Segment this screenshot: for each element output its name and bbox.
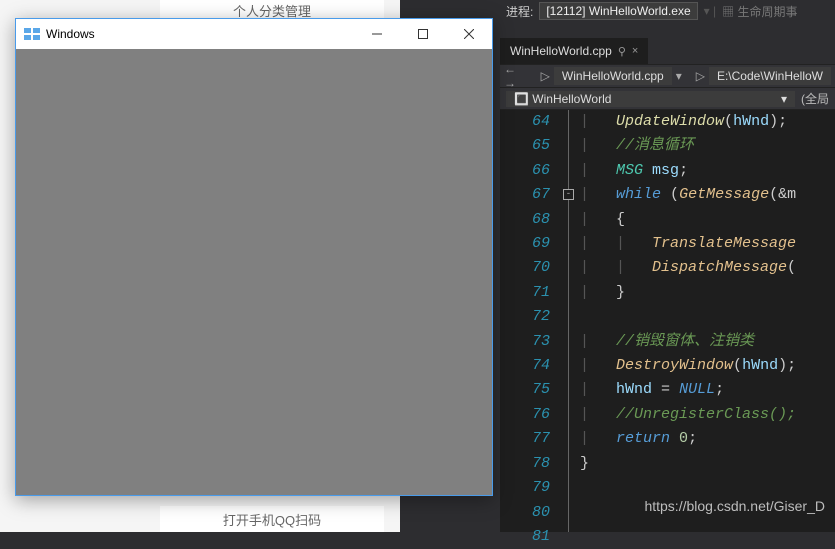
dropdown-icon[interactable]: ▾ (676, 69, 682, 83)
tab-filename: WinHelloWorld.cpp (510, 44, 612, 58)
code-content[interactable]: | UpdateWindow(hWnd);| //消息循环| MSG msg;|… (576, 110, 835, 532)
bg-qq-box: 打开手机QQ扫码 (160, 506, 384, 532)
maximize-button[interactable] (400, 19, 446, 49)
play-icon[interactable]: ▷ (696, 69, 705, 83)
process-selector[interactable]: [12112] WinHelloWorld.exe (539, 2, 697, 20)
watermark-url: https://blog.csdn.net/Giser_D (644, 498, 825, 514)
debug-toolbar: 进程: [12112] WinHelloWorld.exe ▾ | ▦ 生命周期… (500, 0, 835, 22)
pin-icon[interactable]: ⚲ (618, 45, 626, 58)
minimize-button[interactable] (354, 19, 400, 49)
close-button[interactable] (446, 19, 492, 49)
breadcrumb-file[interactable]: WinHelloWorld.cpp (554, 67, 672, 85)
scope-bar: 🔳 WinHelloWorld ▾ (全局 (500, 88, 835, 110)
fold-toggle-icon[interactable]: - (563, 189, 574, 200)
line-number-gutter: 646566676869707172737475767778798081 (500, 110, 562, 532)
breadcrumb-bar: ← → ▷ WinHelloWorld.cpp ▾ ▷ E:\Code\WinH… (500, 64, 835, 88)
close-icon[interactable]: × (632, 45, 638, 57)
app-window: Windows (15, 18, 493, 496)
window-client-area (16, 49, 492, 495)
toolbar-separator: ▾ | (704, 4, 716, 18)
editor-tab[interactable]: WinHelloWorld.cpp ⚲ × (500, 38, 648, 64)
project-scope-dropdown[interactable]: 🔳 WinHelloWorld ▾ (506, 91, 795, 107)
global-scope-label: (全局 (801, 90, 829, 107)
window-controls (354, 19, 492, 49)
titlebar[interactable]: Windows (16, 19, 492, 49)
lifecycle-events-button[interactable]: ▦ 生命周期事 (722, 3, 797, 20)
bg-category-box: 个人分类管理 (160, 0, 384, 20)
code-editor[interactable]: 646566676869707172737475767778798081 - |… (500, 110, 835, 532)
nav-back-forward[interactable]: ← → (504, 62, 537, 90)
process-label: 进程: (506, 3, 533, 20)
editor-tab-strip: WinHelloWorld.cpp ⚲ × (500, 38, 835, 64)
window-title: Windows (46, 27, 95, 41)
breadcrumb-path[interactable]: E:\Code\WinHelloW (709, 67, 831, 85)
play-icon[interactable]: ▷ (541, 69, 550, 83)
fold-column[interactable]: - (562, 110, 576, 532)
app-icon (24, 28, 40, 40)
